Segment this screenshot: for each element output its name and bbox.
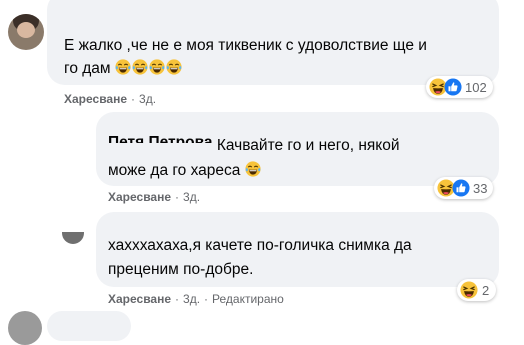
reaction-summary[interactable]: 33	[434, 177, 494, 199]
comment-text: Петя Петрова Качвайте го и него, някой	[108, 133, 400, 159]
like-button[interactable]: Харесване	[64, 92, 127, 106]
laughing-crying-emoji-icon	[166, 59, 182, 75]
avatar[interactable]	[62, 232, 84, 244]
comment-text: може да го хареса	[108, 158, 262, 184]
comment-text: го дам	[64, 56, 183, 82]
timestamp[interactable]: 3д.	[183, 190, 200, 204]
laughing-crying-emoji-icon	[149, 59, 165, 75]
reaction-count: 102	[465, 79, 487, 95]
reaction-count: 2	[482, 282, 490, 298]
reaction-count: 33	[473, 180, 488, 196]
like-button[interactable]: Харесване	[108, 190, 171, 204]
laughing-crying-emoji-icon	[115, 59, 131, 75]
reaction-summary[interactable]: 102	[426, 76, 493, 98]
edited-label[interactable]: Редактирано	[212, 292, 284, 306]
avatar[interactable]	[8, 311, 42, 345]
comment-author[interactable]: Петя Петрова	[108, 130, 213, 143]
comment-text: хахххахаха,я качете по-голичка снимка да	[108, 237, 412, 254]
like-icon	[444, 78, 462, 96]
laughing-crying-emoji-icon	[132, 59, 148, 75]
comment-text: преценим по-добре.	[108, 261, 254, 278]
reaction-summary[interactable]: 2	[457, 279, 497, 301]
timestamp[interactable]: 3д.	[183, 292, 200, 306]
comment-actions: Харесване · 3д. · Редактирано	[108, 292, 284, 306]
comment-bubble	[47, 311, 131, 341]
comment-actions: Харесване · 3д.	[108, 190, 201, 204]
avatar[interactable]	[8, 14, 44, 50]
like-icon	[452, 179, 470, 197]
timestamp[interactable]: 3д.	[139, 92, 156, 106]
haha-icon	[460, 281, 478, 299]
rofl-emoji-icon	[245, 161, 261, 177]
like-button[interactable]: Харесване	[108, 292, 171, 306]
comment-actions: Харесване · 3д.	[64, 92, 157, 106]
